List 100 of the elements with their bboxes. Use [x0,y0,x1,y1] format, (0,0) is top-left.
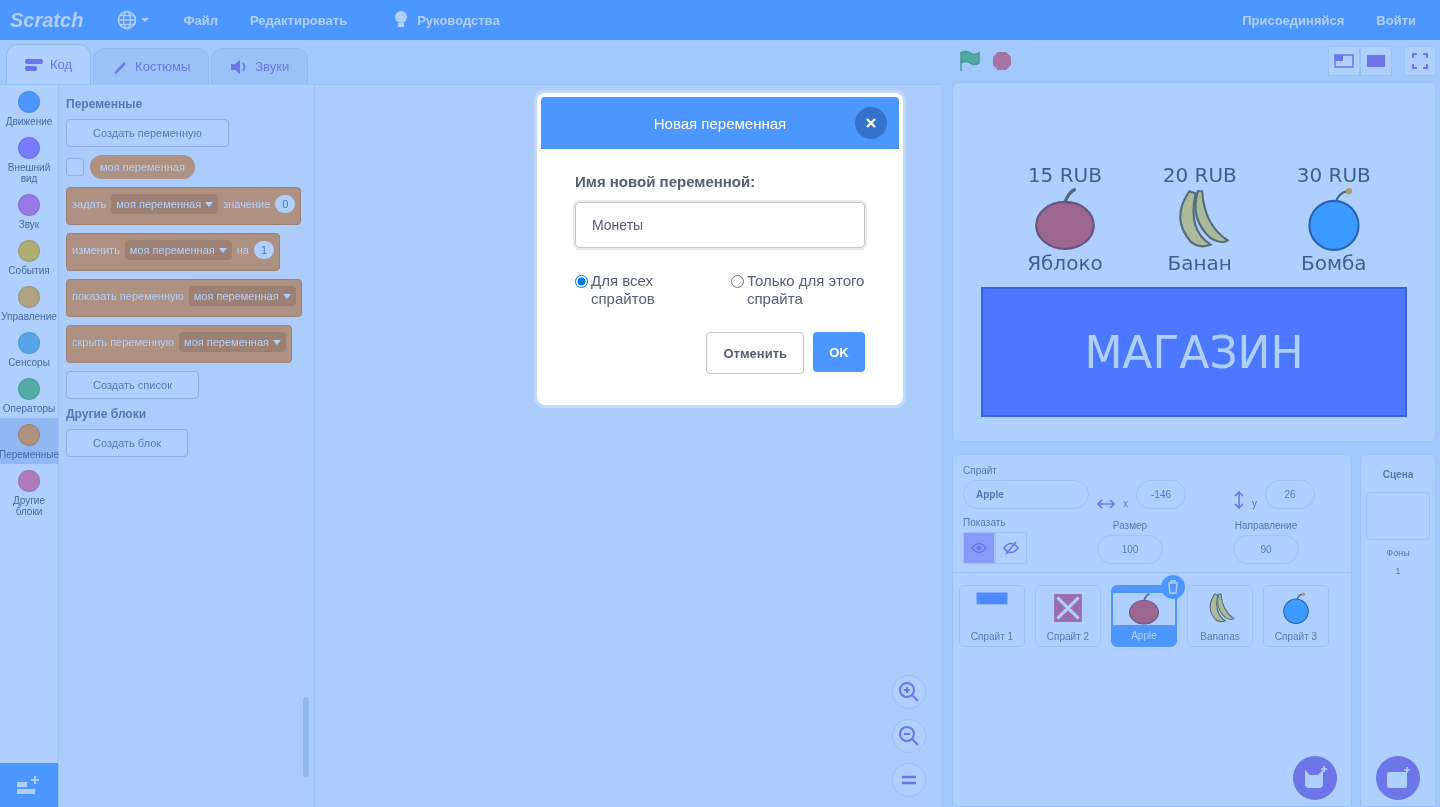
picture-plus-icon [1385,767,1411,789]
make-list-button[interactable]: Создать список [66,371,199,399]
menu-item[interactable]: Редактировать [235,0,362,40]
section-heading: Другие блоки [66,407,147,421]
stage[interactable]: 15 RUB Яблоко 20 RUB Банан 30 RUB Бомба МАГАЗИН [952,82,1436,442]
variable-reporter-block[interactable]: моя переменная [90,155,195,179]
variable-dropdown[interactable]: моя переменная [111,194,219,214]
equals-icon [900,774,918,786]
category-item[interactable]: Управление [0,280,58,326]
fullscreen-icon [1412,53,1428,69]
vertical-arrows-icon [1234,491,1244,509]
scratch-logo[interactable]: Scratch [10,8,84,32]
field-label: Размер [1112,520,1148,531]
field-label: Показать [963,517,1007,528]
scope-radio[interactable] [731,275,744,288]
add-extension-button[interactable] [0,763,58,807]
trash-icon [1167,580,1179,594]
zoom-out-button[interactable] [892,719,926,753]
block-label: на [236,244,249,256]
cancel-button[interactable]: Отменить [706,332,804,374]
block-label: показать переменную [72,290,184,302]
variable-checkbox[interactable] [66,158,84,176]
sign-in-link[interactable]: Войти [1362,0,1430,40]
variable-dropdown[interactable]: моя переменная [188,286,296,306]
field-label: Имя новой переменной: [575,173,757,190]
ok-button[interactable]: OK [813,332,865,372]
sprite-tile[interactable]: Спрайт 1 [959,585,1025,647]
sprite-tile[interactable]: Apple [1111,585,1177,647]
variable-block[interactable]: скрыть переменную моя переменная [66,325,292,363]
show-button[interactable] [963,532,995,564]
apple-icon [1128,593,1160,625]
dialog-title: Новая переменная [653,114,787,132]
large-stage-button[interactable] [1360,46,1392,76]
number-input[interactable]: 0 [275,195,296,213]
category-item[interactable]: Другие блоки [0,464,58,521]
reset-zoom-button[interactable] [892,763,926,797]
editor-tab[interactable]: Код [6,44,92,84]
sprite-tile[interactable]: Bananas [1187,585,1253,647]
variable-dropdown[interactable]: моя переменная [124,240,232,260]
stage-panel-title: Сцена [1382,469,1414,480]
field-label: Спрайт [963,465,998,476]
add-sprite-button[interactable] [1293,756,1337,800]
category-item[interactable]: События [0,234,58,280]
editor-tab[interactable]: Звуки [211,48,309,84]
sprite-tile[interactable]: Спрайт 3 [1263,585,1329,647]
join-link[interactable]: Присоединяйся [1228,0,1359,40]
delete-sprite-button[interactable] [1161,575,1185,599]
price-label: 20 RUB [1162,163,1237,187]
variable-block[interactable]: задать моя переменная значение 0 [66,187,302,225]
bomb-icon [1280,592,1312,624]
hide-button[interactable] [995,532,1027,564]
menu-item[interactable]: Файл [169,0,232,40]
small-stage-button[interactable] [1328,46,1360,76]
shop-button[interactable]: МАГАЗИН [981,287,1407,417]
close-button[interactable] [855,107,887,139]
cross-icon [1052,592,1084,624]
make-block-button[interactable]: Создать блок [66,429,189,457]
close-icon [866,118,876,128]
zoom-out-icon [898,725,920,747]
category-item[interactable]: Операторы [0,372,58,418]
radio-label[interactable]: Для всех спрайтов [591,272,709,308]
crossed-eye-icon [1003,541,1019,555]
variable-block[interactable]: изменить моя переменная на 1 [66,233,281,271]
category-dot-icon [18,194,40,216]
block-label: значение [223,198,271,210]
flag-icon[interactable] [958,50,980,72]
category-item[interactable]: Внешний вид [0,131,58,188]
make-variable-button[interactable]: Создать переменную [66,119,229,147]
variable-block[interactable]: показать переменную моя переменная [66,279,302,317]
horizontal-arrows-icon [1097,499,1115,509]
scrollbar[interactable] [303,697,309,777]
variable-name-field[interactable]: Монеты [575,202,865,248]
sprite-tile[interactable]: Спрайт 2 [1035,585,1101,647]
stop-icon[interactable] [992,51,1012,71]
category-dot-icon [18,424,40,446]
radio-label[interactable]: Только для этого спрайта [747,272,865,308]
add-backdrop-button[interactable] [1376,756,1420,800]
category-item[interactable]: Сенсоры [0,326,58,372]
category-item[interactable]: Звук [0,188,58,234]
field-label: x [1123,498,1128,509]
zoom-in-button[interactable] [892,675,926,709]
editor-tab[interactable]: Костюмы [93,48,210,84]
cat-plus-icon [1302,766,1328,790]
small-stage-icon [1334,54,1354,68]
price-label: 30 RUB [1296,163,1371,187]
item-label: Бомба [1301,251,1367,275]
tutorials-menu[interactable]: Руководства [379,0,514,40]
variable-dropdown[interactable]: моя переменная [179,332,286,352]
category-dot-icon [18,286,40,308]
number-input[interactable]: 1 [253,241,275,259]
fullscreen-button[interactable] [1404,46,1436,76]
category-dot-icon [18,240,40,262]
button-costume-icon [976,592,1008,605]
eye-icon [971,542,987,554]
zoom-in-icon [898,681,920,703]
price-label: 15 RUB [1027,163,1102,187]
category-item[interactable]: Переменные [0,418,58,464]
backdrops-count: 1 [1395,566,1401,576]
scope-radio[interactable] [575,275,588,288]
category-item[interactable]: Движение [0,85,58,131]
